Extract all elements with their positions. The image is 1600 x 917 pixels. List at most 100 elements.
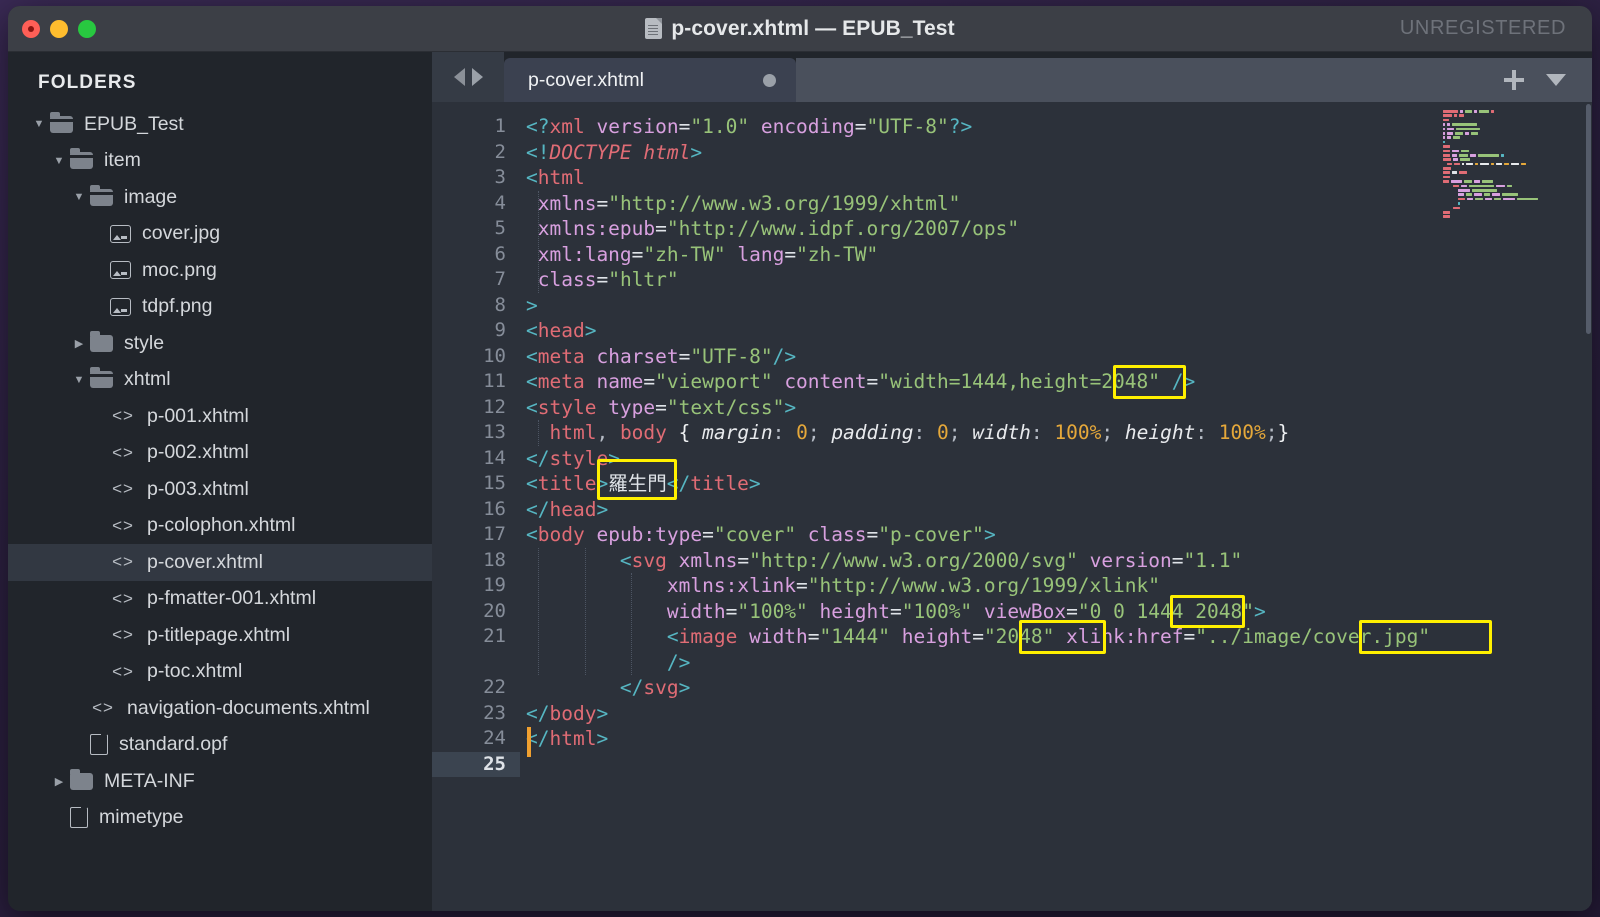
code-area[interactable]: 123456789101112131415161718192021·222324… <box>432 102 1592 911</box>
maximize-button[interactable] <box>78 19 96 38</box>
line-number-9: 9 <box>494 319 506 341</box>
nav-back-icon[interactable] <box>453 68 465 86</box>
unsaved-dot-icon[interactable] <box>763 73 776 87</box>
tree-item-label: p-colophon.xhtml <box>147 514 296 537</box>
tree-item-label: p-cover.xhtml <box>147 550 263 573</box>
code-line-20: width="100%" height="100%" viewBox="0 0 … <box>666 599 1266 623</box>
code-line-4: xmlns="http://www.w3.org/1999/xhtml" <box>526 191 961 215</box>
plus-icon[interactable] <box>1504 70 1524 90</box>
folder-icon <box>70 768 93 790</box>
tree-item-standard-opf[interactable]: standard.opf <box>8 727 432 764</box>
line-number-11: 11 <box>483 370 506 392</box>
tree-item-image[interactable]: ▼ image <box>8 179 432 216</box>
image-file-icon <box>110 224 131 243</box>
tree-item-xhtml[interactable]: ▼ xhtml <box>8 362 432 399</box>
tree-item-tdpf-png[interactable]: tdpf.png <box>8 289 432 326</box>
folder-open-icon <box>50 111 73 133</box>
line-number-12: 12 <box>483 395 506 418</box>
twisty-expanded-icon[interactable]: ▼ <box>68 191 90 203</box>
tree-item-label: p-003.xhtml <box>147 477 249 500</box>
tree-item-p-cover-xhtml[interactable]: <> p-cover.xhtml <box>8 544 432 581</box>
line-number-22: 22 <box>483 676 506 698</box>
tree-item-p-001-xhtml[interactable]: <> p-001.xhtml <box>8 398 432 435</box>
tree-item-p-colophon-xhtml[interactable]: <> p-colophon.xhtml <box>8 508 432 545</box>
tree-item-cover-jpg[interactable]: cover.jpg <box>8 216 432 253</box>
indent-guide <box>537 190 539 293</box>
line-number-23: 23 <box>483 701 506 724</box>
tree-item-mimetype[interactable]: mimetype <box>8 800 432 837</box>
vertical-scrollbar[interactable] <box>1586 104 1591 334</box>
tree-item-p-toc-xhtml[interactable]: <> p-toc.xhtml <box>8 654 432 691</box>
code-file-icon: <> <box>92 698 114 718</box>
tab-bar-filler <box>796 58 1494 102</box>
line-number-wrap: · <box>432 650 520 676</box>
tree-item-p-002-xhtml[interactable]: <> p-002.xhtml <box>8 435 432 472</box>
code-file-icon: <> <box>112 625 134 645</box>
code-line-1: <?xml version="1.0" encoding="UTF-8"?> <box>526 115 973 138</box>
code-file-icon: <> <box>112 661 134 681</box>
tree-item-p-fmatter-001-xhtml[interactable]: <> p-fmatter-001.xhtml <box>8 581 432 618</box>
tree-item-item[interactable]: ▼ item <box>8 143 432 180</box>
code-content[interactable]: <?xml version="1.0" encoding="UTF-8"?> <!… <box>520 102 1592 911</box>
line-number-5: 5 <box>494 217 506 239</box>
line-number-13: 13 <box>483 421 506 443</box>
line-number-3: 3 <box>494 166 506 188</box>
folder-open-icon <box>70 148 93 170</box>
nav-forward-icon[interactable] <box>471 68 483 86</box>
minimize-button[interactable] <box>50 19 68 38</box>
tree-item-p-003-xhtml[interactable]: <> p-003.xhtml <box>8 471 432 508</box>
chevron-down-icon[interactable] <box>1546 74 1566 86</box>
file-tree[interactable]: ▼ EPUB_Test ▼ item ▼ image cover.jpg moc.png tdp… <box>8 106 432 911</box>
tree-item-label: mimetype <box>99 806 184 829</box>
folders-heading: FOLDERS <box>38 72 137 93</box>
code-line-8: > <box>526 293 538 317</box>
line-number-18: 18 <box>483 548 506 571</box>
twisty-expanded-icon[interactable]: ▼ <box>48 155 70 167</box>
tree-item-label: p-titlepage.xhtml <box>147 623 291 646</box>
window-body: FOLDERS ▼ EPUB_Test ▼ item ▼ image cover.jpg mo… <box>8 52 1592 911</box>
code-file-icon: <> <box>112 588 134 608</box>
code-file-icon: <> <box>112 406 134 426</box>
indent-guide <box>537 420 539 446</box>
twisty-collapsed-icon[interactable]: ▶ <box>48 775 70 788</box>
line-number-25: 25 <box>432 751 520 777</box>
tree-item-epub-test[interactable]: ▼ EPUB_Test <box>8 106 432 143</box>
twisty-collapsed-icon[interactable]: ▶ <box>68 337 90 350</box>
tab-navigation[interactable] <box>432 52 504 102</box>
code-file-icon: <> <box>112 552 134 572</box>
twisty-expanded-icon[interactable]: ▼ <box>68 374 90 386</box>
code-line-14: </style> <box>526 446 620 470</box>
tree-item-moc-png[interactable]: moc.png <box>8 252 432 289</box>
close-button[interactable] <box>22 19 40 38</box>
tree-item-label: image <box>124 185 178 208</box>
traffic-lights <box>8 19 96 38</box>
twisty-expanded-icon[interactable]: ▼ <box>28 118 50 130</box>
tab-bar: p-cover.xhtml <box>432 52 1592 102</box>
line-number-14: 14 <box>483 446 506 469</box>
line-number-10: 10 <box>483 344 506 367</box>
tree-item-navigation-documents-xhtml[interactable]: <> navigation-documents.xhtml <box>8 690 432 727</box>
tree-item-label: xhtml <box>124 368 171 391</box>
line-number-1: 1 <box>494 115 506 137</box>
line-number-4: 4 <box>494 191 506 214</box>
desktop-background: p-cover.xhtml — EPUB_Test UNREGISTERED F… <box>0 0 1600 917</box>
tab-p-cover-xhtml[interactable]: p-cover.xhtml <box>504 58 796 102</box>
tree-item-meta-inf[interactable]: ▶ META-INF <box>8 763 432 800</box>
folder-open-icon <box>90 367 113 389</box>
tree-item-label: p-fmatter-001.xhtml <box>147 587 317 610</box>
indent-guide <box>537 547 539 675</box>
window-title-group: p-cover.xhtml — EPUB_Test <box>8 17 1592 41</box>
code-line-11: <meta name="viewport" content="width=144… <box>526 370 1196 393</box>
tree-item-label: cover.jpg <box>142 222 221 245</box>
code-line-21: <image width="1444" height="2048" xlink:… <box>666 625 1431 648</box>
tree-item-p-titlepage-xhtml[interactable]: <> p-titlepage.xhtml <box>8 617 432 654</box>
window-titlebar: p-cover.xhtml — EPUB_Test UNREGISTERED <box>8 6 1592 52</box>
code-file-icon: <> <box>112 515 134 535</box>
code-line-18: <svg xmlns="http://www.w3.org/2000/svg" … <box>619 548 1243 572</box>
line-number-2: 2 <box>494 140 506 163</box>
tree-item-style[interactable]: ▶ style <box>8 325 432 362</box>
code-line-16: </head> <box>526 497 609 521</box>
tree-item-label: p-002.xhtml <box>147 441 249 464</box>
line-number-19: 19 <box>483 574 506 596</box>
